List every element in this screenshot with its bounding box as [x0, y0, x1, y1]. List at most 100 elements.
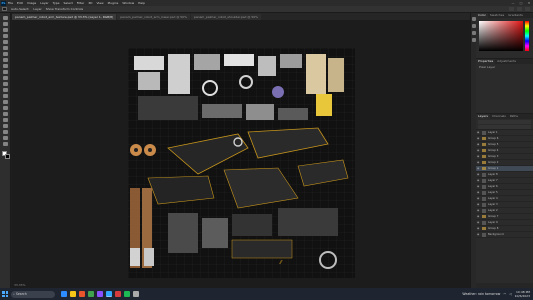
- tab-paths[interactable]: Paths: [508, 114, 520, 119]
- pale-part: [134, 56, 164, 70]
- menu-plugins[interactable]: Plugins: [108, 1, 119, 5]
- weather-text[interactable]: Weather: rain tomorrow: [462, 292, 500, 296]
- marquee-tool-icon[interactable]: [3, 22, 8, 26]
- taskbar-app-icon[interactable]: [133, 291, 139, 297]
- minimize-button[interactable]: —: [509, 1, 517, 5]
- hand-tool-icon[interactable]: [3, 130, 8, 134]
- folder-icon: [482, 143, 486, 146]
- layer-row[interactable]: ◉ Background: [476, 232, 533, 238]
- app-logo[interactable]: Ps: [1, 0, 6, 6]
- visibility-eye-icon[interactable]: ◉: [477, 179, 481, 182]
- tab-layers[interactable]: Layers: [476, 114, 490, 119]
- visibility-eye-icon[interactable]: ◉: [477, 185, 481, 188]
- taskbar-app-icon[interactable]: [88, 291, 94, 297]
- auto-select-target[interactable]: Layer: [33, 7, 41, 11]
- visibility-eye-icon[interactable]: ◉: [477, 143, 481, 146]
- taskbar-app-icon[interactable]: [124, 291, 130, 297]
- dodge-tool-icon[interactable]: [3, 100, 8, 104]
- visibility-eye-icon[interactable]: ◉: [477, 173, 481, 176]
- visibility-eye-icon[interactable]: ◉: [477, 131, 481, 134]
- saturation-value-field[interactable]: [479, 21, 523, 51]
- menu-select[interactable]: Select: [64, 1, 73, 5]
- taskbar-app-icon[interactable]: [79, 291, 85, 297]
- blend-mode-select[interactable]: [478, 120, 531, 124]
- menu-help[interactable]: Help: [138, 1, 145, 5]
- shape-tool-icon[interactable]: [3, 124, 8, 128]
- tab-adjustments[interactable]: Adjustments: [495, 59, 518, 64]
- menu-layer[interactable]: Layer: [40, 1, 48, 5]
- visibility-eye-icon[interactable]: ◉: [477, 149, 481, 152]
- taskbar-app-icon[interactable]: [70, 291, 76, 297]
- more-tools-icon[interactable]: [3, 142, 8, 146]
- visibility-eye-icon[interactable]: ◉: [477, 221, 481, 224]
- start-button[interactable]: [2, 291, 8, 297]
- path-select-tool-icon[interactable]: [3, 118, 8, 122]
- visibility-eye-icon[interactable]: ◉: [477, 167, 481, 170]
- close-button[interactable]: ✕: [525, 1, 533, 5]
- visibility-eye-icon[interactable]: ◉: [477, 227, 481, 230]
- zoom-tool-icon[interactable]: [3, 136, 8, 140]
- layer-thumbnail: [482, 232, 486, 237]
- frame-tool-icon[interactable]: [3, 46, 8, 50]
- menu-edit[interactable]: Edit: [17, 1, 23, 5]
- visibility-eye-icon[interactable]: ◉: [477, 161, 481, 164]
- layer-name: Group 3: [488, 155, 499, 158]
- eraser-tool-icon[interactable]: [3, 82, 8, 86]
- taskbar-app-icon[interactable]: [106, 291, 112, 297]
- hue-slider[interactable]: [525, 21, 529, 51]
- lasso-tool-icon[interactable]: [3, 28, 8, 32]
- clock[interactable]: 10:48 PM 10/6/2023: [515, 290, 530, 298]
- blur-tool-icon[interactable]: [3, 94, 8, 98]
- menu-3d[interactable]: 3D: [88, 1, 92, 5]
- menu-file[interactable]: File: [8, 1, 13, 5]
- eyedropper-tool-icon[interactable]: [3, 52, 8, 56]
- history-brush-tool-icon[interactable]: [3, 76, 8, 80]
- volume-icon[interactable]: ◁: [509, 292, 511, 296]
- show-transform-controls[interactable]: Show Transform Controls: [46, 7, 83, 11]
- pen-tool-icon[interactable]: [3, 106, 8, 110]
- tab-channels[interactable]: Channels: [490, 114, 508, 119]
- crop-tool-icon[interactable]: [3, 40, 8, 44]
- brush-tool-icon[interactable]: [3, 64, 8, 68]
- share-icon[interactable]: [525, 7, 530, 11]
- lock-controls[interactable]: [478, 125, 531, 129]
- canvas-workspace[interactable]: ⁄⁄ 33.33%: [12, 20, 470, 288]
- visibility-eye-icon[interactable]: ◉: [477, 203, 481, 206]
- visibility-eye-icon[interactable]: ◉: [477, 155, 481, 158]
- visibility-eye-icon[interactable]: ◉: [477, 209, 481, 212]
- background-color-swatch[interactable]: [5, 154, 10, 159]
- taskbar-app-icon[interactable]: [97, 291, 103, 297]
- visibility-eye-icon[interactable]: ◉: [477, 233, 481, 236]
- workspace-icon[interactable]: [517, 7, 522, 11]
- layer-name: Group 1: [488, 167, 499, 170]
- move-tool-icon[interactable]: [3, 16, 8, 20]
- gradient-tool-icon[interactable]: [3, 88, 8, 92]
- visibility-eye-icon[interactable]: ◉: [477, 197, 481, 200]
- visibility-eye-icon[interactable]: ◉: [477, 215, 481, 218]
- menu-image[interactable]: Image: [27, 1, 36, 5]
- visibility-eye-icon[interactable]: ◉: [477, 137, 481, 140]
- healing-tool-icon[interactable]: [3, 58, 8, 62]
- grey-part: [202, 218, 228, 248]
- menu-window[interactable]: Window: [122, 1, 134, 5]
- auto-select-checkbox[interactable]: Auto-Select:: [11, 7, 29, 11]
- layer-name: Group 2: [488, 161, 499, 164]
- maximize-button[interactable]: □: [517, 1, 525, 5]
- wifi-icon[interactable]: ◠: [503, 292, 506, 296]
- grey-part: [202, 104, 242, 118]
- taskbar-app-icon[interactable]: [115, 291, 121, 297]
- document-canvas[interactable]: ⁄⁄: [128, 48, 355, 278]
- taskbar-search[interactable]: ⌕ Search: [11, 290, 55, 298]
- menu-view[interactable]: View: [96, 1, 103, 5]
- tab-properties[interactable]: Properties: [476, 59, 496, 64]
- quick-select-tool-icon[interactable]: [3, 34, 8, 38]
- search-icon[interactable]: [509, 7, 514, 11]
- dark-part: [138, 96, 198, 120]
- menu-type[interactable]: Type: [53, 1, 60, 5]
- move-tool-icon[interactable]: [2, 7, 7, 11]
- type-tool-icon[interactable]: [3, 112, 8, 116]
- visibility-eye-icon[interactable]: ◉: [477, 191, 481, 194]
- taskbar-app-icon[interactable]: [61, 291, 67, 297]
- menu-filter[interactable]: Filter: [77, 1, 84, 5]
- stamp-tool-icon[interactable]: [3, 70, 8, 74]
